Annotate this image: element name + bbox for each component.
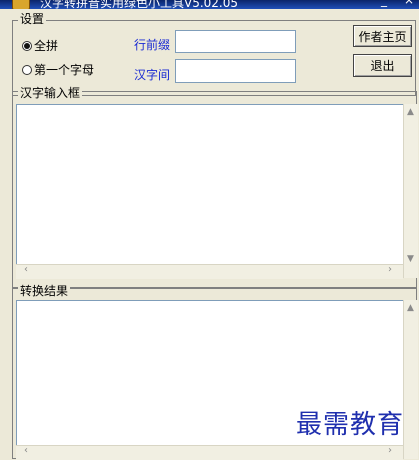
- radio-full-pinyin[interactable]: 全拼: [22, 37, 58, 54]
- scroll-left-icon[interactable]: ‹: [24, 445, 28, 456]
- result-horizontal-scrollbar[interactable]: ‹ ›: [16, 445, 403, 460]
- result-vertical-scrollbar[interactable]: ▲: [403, 300, 418, 459]
- scroll-down-icon[interactable]: ▼: [407, 254, 414, 264]
- radio-first-letter[interactable]: 第一个字母: [22, 61, 94, 78]
- radio-indicator-selected: [22, 40, 32, 51]
- radio-first-letter-label: 第一个字母: [34, 63, 95, 77]
- watermark-text: 最需教育: [296, 410, 405, 440]
- char-separator-label: 汉字间: [134, 68, 171, 82]
- author-homepage-button[interactable]: 作者主页: [353, 25, 412, 47]
- window-client: 设置 全拼 第一个字母 行前缀 汉字间 作者主页 退出 汉字输入框 ‹ › ▲ …: [0, 9, 419, 460]
- chinese-input-textarea[interactable]: [16, 104, 417, 270]
- scroll-up-icon[interactable]: ▲: [407, 303, 414, 313]
- scroll-left-icon[interactable]: ‹: [24, 264, 28, 275]
- result-group-title: 转换结果: [18, 284, 71, 298]
- input-horizontal-scrollbar[interactable]: ‹ ›: [16, 264, 403, 279]
- radio-indicator-unselected: [22, 64, 32, 75]
- window-title: 汉字转拼音实用绿色小工具V5.02.05: [40, 0, 239, 9]
- exit-button[interactable]: 退出: [353, 54, 412, 77]
- radio-full-pinyin-label: 全拼: [34, 39, 59, 53]
- input-vertical-scrollbar[interactable]: ▲ ▼: [403, 104, 418, 278]
- title-bar[interactable]: 汉字转拼音实用绿色小工具V5.02.05 _ ×: [0, 0, 419, 9]
- scroll-up-icon[interactable]: ▲: [407, 107, 414, 117]
- scroll-right-icon[interactable]: ›: [388, 264, 392, 275]
- close-button[interactable]: ×: [404, 0, 414, 7]
- input-group-title: 汉字输入框: [18, 86, 83, 100]
- minimize-button[interactable]: _: [381, 0, 387, 7]
- line-prefix-input[interactable]: [175, 30, 296, 53]
- settings-group-title: 设置: [18, 12, 47, 26]
- scroll-right-icon[interactable]: ›: [388, 445, 392, 456]
- line-prefix-label: 行前缀: [134, 38, 171, 52]
- app-icon: [12, 0, 30, 9]
- char-separator-input[interactable]: [175, 59, 296, 83]
